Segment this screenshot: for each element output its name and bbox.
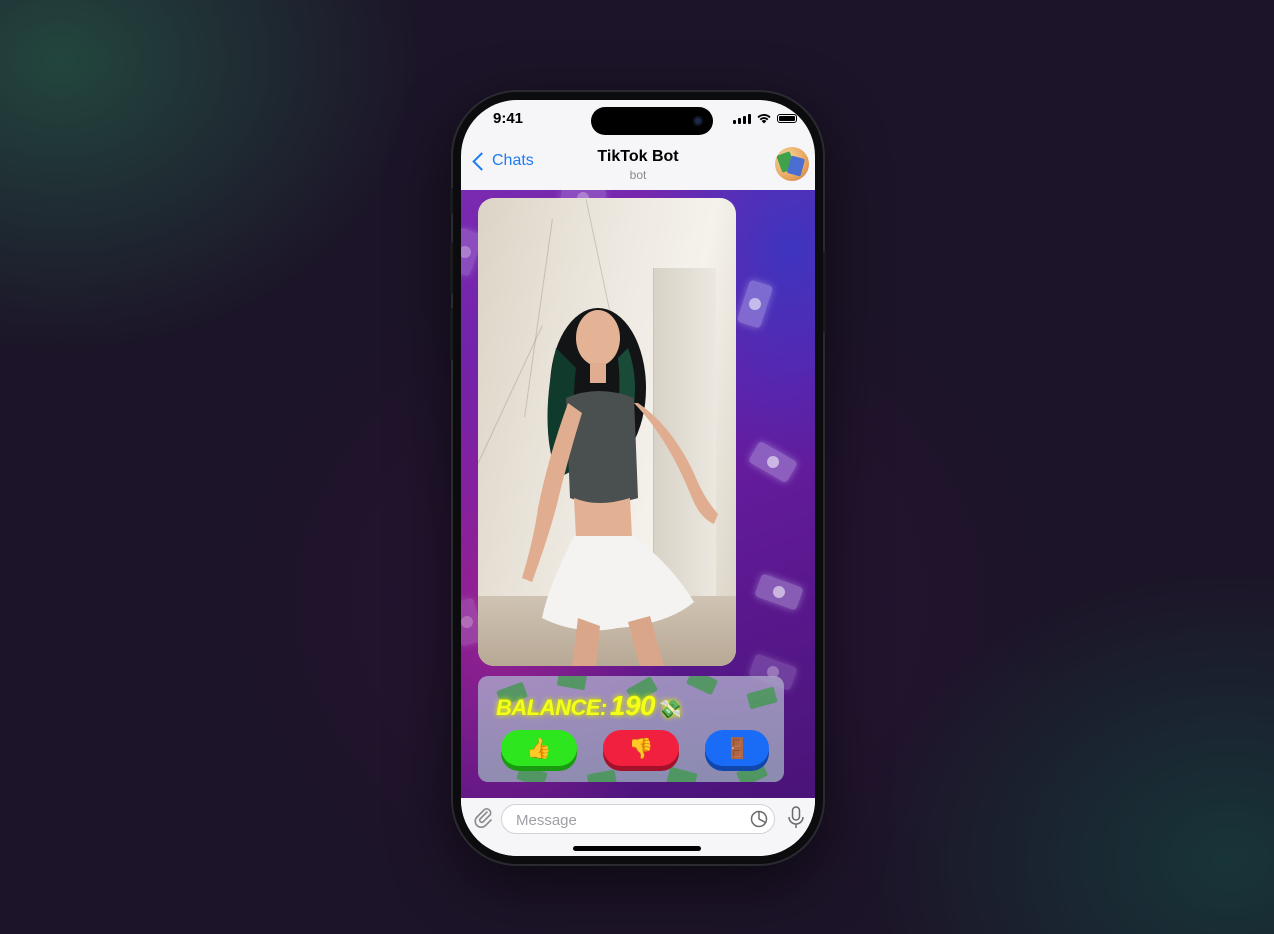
thumbs-up-icon: 👍 <box>526 737 552 760</box>
dancing-woman-figure <box>522 308 718 666</box>
floating-money-icon <box>736 279 774 329</box>
money-with-wings-icon: 💸 <box>659 699 682 719</box>
battery-icon <box>777 114 797 123</box>
power-button <box>823 252 826 332</box>
balance-value: 190 <box>609 690 656 721</box>
status-bar: 9:41 <box>461 100 815 144</box>
sticker-icon[interactable] <box>750 810 768 828</box>
balance-panel: BALANCE: 190 💸 👍 👎 🚪 <box>478 676 784 782</box>
wifi-icon <box>757 114 771 124</box>
like-button[interactable]: 👍 <box>501 730 577 766</box>
phone-frame: 9:41 Chats TikTok Bot bot BALANCE: 190 💸… <box>450 92 826 864</box>
floating-money-icon <box>747 440 799 484</box>
floating-money-icon <box>754 573 804 611</box>
dynamic-island <box>591 107 713 135</box>
microphone-icon[interactable] <box>787 806 805 830</box>
balance-label: BALANCE: <box>496 695 607 720</box>
phone-card-icon <box>786 155 806 177</box>
exit-button[interactable]: 🚪 <box>705 730 769 766</box>
chat-area[interactable]: BALANCE: 190 💸 👍 👎 🚪 <box>461 190 815 798</box>
bot-avatar[interactable] <box>775 147 809 181</box>
video-message[interactable] <box>478 198 736 666</box>
chat-header: Chats TikTok Bot bot <box>461 144 815 190</box>
volume-up-button <box>450 242 453 294</box>
home-indicator[interactable] <box>573 846 701 851</box>
status-time: 9:41 <box>493 110 524 127</box>
phone-screen: 9:41 Chats TikTok Bot bot BALANCE: 190 💸… <box>461 100 815 856</box>
balance-display: BALANCE: 190 💸 <box>496 690 682 722</box>
camera-icon <box>693 116 703 126</box>
message-input-container <box>501 804 775 834</box>
volume-down-button <box>450 308 453 360</box>
message-input[interactable] <box>514 810 738 830</box>
action-button <box>450 188 453 214</box>
cellular-signal-icon <box>733 113 751 124</box>
chat-title-block[interactable]: TikTok Bot bot <box>461 148 815 182</box>
door-icon: 🚪 <box>724 737 750 760</box>
chat-title: TikTok Bot <box>597 148 679 165</box>
paperclip-icon[interactable] <box>473 806 493 828</box>
message-composer <box>461 798 815 856</box>
status-icons <box>733 113 797 124</box>
dislike-button[interactable]: 👎 <box>603 730 679 766</box>
thumbs-down-icon: 👎 <box>628 737 654 760</box>
chat-subtitle: bot <box>629 168 647 182</box>
